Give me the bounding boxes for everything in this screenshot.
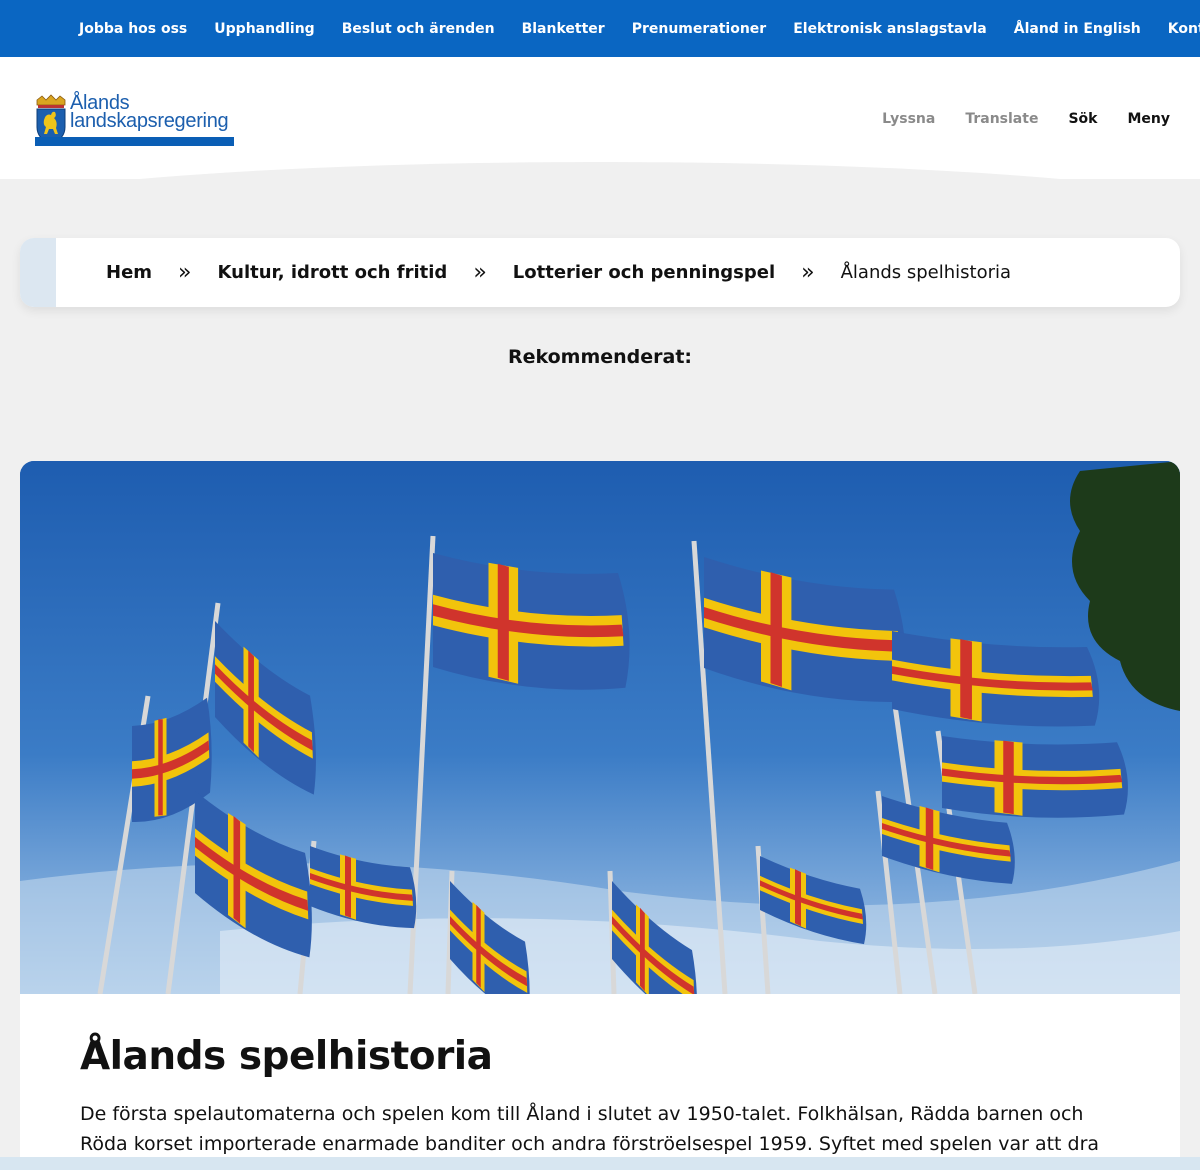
bottom-edge xyxy=(0,1157,1200,1170)
top-utility-bar: Jobba hos oss Upphandling Beslut och äre… xyxy=(0,0,1200,57)
topnav-upphandling[interactable]: Upphandling xyxy=(214,21,314,37)
topnav-blanketter[interactable]: Blanketter xyxy=(522,21,605,37)
topnav-jobba[interactable]: Jobba hos oss xyxy=(79,21,187,37)
recommended-heading: Rekommenderat: xyxy=(507,346,693,368)
breadcrumb-separator-icon: » xyxy=(178,259,192,285)
breadcrumb-tab xyxy=(20,238,56,307)
aland-flags-photo xyxy=(20,461,1180,994)
site-logo[interactable]: Ålands landskapsregering xyxy=(34,92,236,148)
article-title: Ålands spelhistoria xyxy=(80,1034,493,1079)
breadcrumb-kultur[interactable]: Kultur, idrott och fritid xyxy=(218,262,448,283)
header-curve xyxy=(0,162,1200,179)
hero-image xyxy=(20,461,1180,994)
logo-text-line2: landskapsregering xyxy=(70,110,229,132)
site-header: Ålands landskapsregering Lyssna Translat… xyxy=(0,57,1200,179)
listen-button[interactable]: Lyssna xyxy=(882,111,935,127)
breadcrumb: Hem » Kultur, idrott och fritid » Lotter… xyxy=(20,238,1180,307)
topnav-kontakt[interactable]: Kontakt xyxy=(1168,21,1200,37)
topnav-anslagstavla[interactable]: Elektronisk anslagstavla xyxy=(793,21,987,37)
topnav-english[interactable]: Åland in English xyxy=(1014,21,1141,37)
topnav-prenumerationer[interactable]: Prenumerationer xyxy=(632,21,767,37)
breadcrumb-current: Ålands spelhistoria xyxy=(840,262,1012,283)
search-button[interactable]: Sök xyxy=(1068,111,1097,127)
breadcrumb-lotterier[interactable]: Lotterier och penningspel xyxy=(513,262,775,283)
menu-button[interactable]: Meny xyxy=(1127,111,1170,127)
breadcrumb-separator-icon: » xyxy=(801,259,815,285)
topnav-beslut[interactable]: Beslut och ärenden xyxy=(342,21,495,37)
breadcrumb-home[interactable]: Hem xyxy=(106,262,152,283)
article-card: Ålands spelhistoria De första spelautoma… xyxy=(20,994,1180,1170)
breadcrumb-separator-icon: » xyxy=(473,259,487,285)
translate-button[interactable]: Translate xyxy=(965,111,1038,127)
header-actions: Lyssna Translate Sök Meny xyxy=(882,111,1170,127)
logo-underline xyxy=(35,137,234,146)
